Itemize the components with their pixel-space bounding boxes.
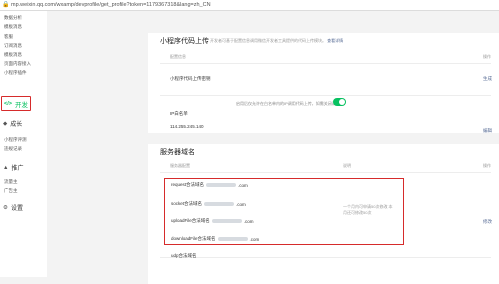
desc-link[interactable]: 查看详情 (327, 38, 343, 43)
col-header-config: 配置信息 (170, 54, 186, 59)
domain-label: uploadFile合法域名 (171, 218, 210, 223)
domain-row-socket: socket合法域名 .com (171, 201, 246, 207)
sidebar-item[interactable]: 数据分析 (4, 15, 22, 21)
upload-key-label: 小程序代码上传密钥 (170, 76, 211, 81)
domain-label: socket合法域名 (171, 201, 203, 206)
dev-label: 开发 (14, 102, 28, 109)
domain-quota-note: 一个月内可申请50次修改 本月还可修改50次 (343, 204, 393, 215)
sidebar-item[interactable]: 小程序插件 (4, 70, 27, 76)
domain-row-upload: uploadFile合法域名 .com (171, 218, 254, 224)
section-title: 小程序代码上传 (160, 38, 209, 45)
section-title: 服务器域名 (160, 149, 195, 156)
col-header-config: 服务器配置 (170, 163, 190, 168)
col-header-note: 说明 (343, 163, 351, 168)
redacted-domain (204, 202, 235, 206)
generate-key-button[interactable]: 生成 (483, 76, 492, 82)
code-upload-card: 小程序代码上传 开发者可基于配置信息调用微信开发者工具提供的代码上传模块。 查看… (148, 33, 499, 133)
domain-label: request合法域名 (171, 182, 205, 187)
sidebar-item[interactable]: 小程序评测 (4, 137, 27, 143)
divider (160, 257, 491, 258)
sidebar-item-dev[interactable]: </> 开发 (4, 99, 28, 109)
ip-whitelist-label: IP白名单 (170, 111, 188, 116)
gear-icon: ⚙ (3, 204, 8, 211)
sidebar-item[interactable]: 页面内容接入 (4, 61, 31, 67)
section-desc: 开发者可基于配置信息调用微信开发者工具提供的代码上传模块。 查看详情 (210, 38, 343, 44)
sidebar: 数据分析 模板消息 客服 订阅消息 模板消息 页面内容接入 小程序插件 </> … (0, 11, 47, 277)
promo-label: 推广 (11, 166, 24, 172)
divider (160, 63, 491, 64)
domain-suffix: .com (238, 182, 248, 188)
divider (160, 172, 491, 173)
divider (160, 95, 491, 96)
sidebar-item[interactable]: 订阅消息 (4, 43, 22, 49)
promo-icon: ▲ (3, 164, 9, 171)
col-header-action: 操作 (483, 163, 491, 168)
domain-suffix: .com (243, 218, 254, 224)
sidebar-item[interactable]: 违规记录 (4, 146, 22, 152)
whitelist-toggle[interactable] (333, 98, 346, 106)
modify-domain-button[interactable]: 修改 (483, 219, 492, 225)
sidebar-item[interactable]: 模板消息 (4, 52, 22, 58)
sidebar-group-growth[interactable]: ◆ 成长 (3, 119, 23, 129)
domain-suffix: .com (236, 201, 246, 207)
growth-icon: ◆ (3, 120, 8, 127)
growth-label: 成长 (10, 122, 23, 128)
desc-text: 开发者可基于配置信息调用微信开发者工具提供的代码上传模块。 (210, 38, 326, 43)
url-text[interactable]: mp.weixin.qq.com/wxamp/devprofile/get_pr… (11, 2, 211, 9)
sidebar-group-settings[interactable]: ⚙ 设置 (3, 203, 23, 213)
sidebar-item[interactable]: 广告主 (4, 188, 18, 194)
edit-ip-button[interactable]: 编辑 (483, 128, 492, 134)
sidebar-group-promo[interactable]: ▲ 推广 (3, 163, 24, 173)
domain-suffix: .com (249, 236, 260, 242)
domain-label: downloadFile合法域名 (171, 236, 216, 241)
domain-row-request: request合法域名 .com (171, 182, 248, 188)
settings-label: 设置 (10, 206, 23, 212)
whitelist-toggle-label: 启用后仅允许在白名单内的IP调用代码上传，如需关闭请 (236, 101, 336, 106)
col-header-action: 操作 (483, 54, 491, 59)
redacted-domain (217, 237, 248, 241)
sidebar-item[interactable]: 流量主 (4, 179, 18, 185)
code-icon: </> (4, 101, 12, 107)
sidebar-item[interactable]: 客服 (4, 34, 13, 40)
udp-domain-label: udp合法域名 (171, 253, 197, 258)
sidebar-item[interactable]: 模板消息 (4, 24, 22, 30)
lock-icon: 🔒 (2, 2, 10, 8)
redacted-domain (211, 219, 242, 223)
domain-row-download: downloadFile合法域名 .com (171, 236, 259, 242)
ip-whitelist-value: 114.255.245.140 (170, 124, 204, 129)
browser-address-bar[interactable]: 🔒 mp.weixin.qq.com/wxamp/devprofile/get_… (0, 0, 499, 11)
redacted-domain (206, 183, 237, 187)
